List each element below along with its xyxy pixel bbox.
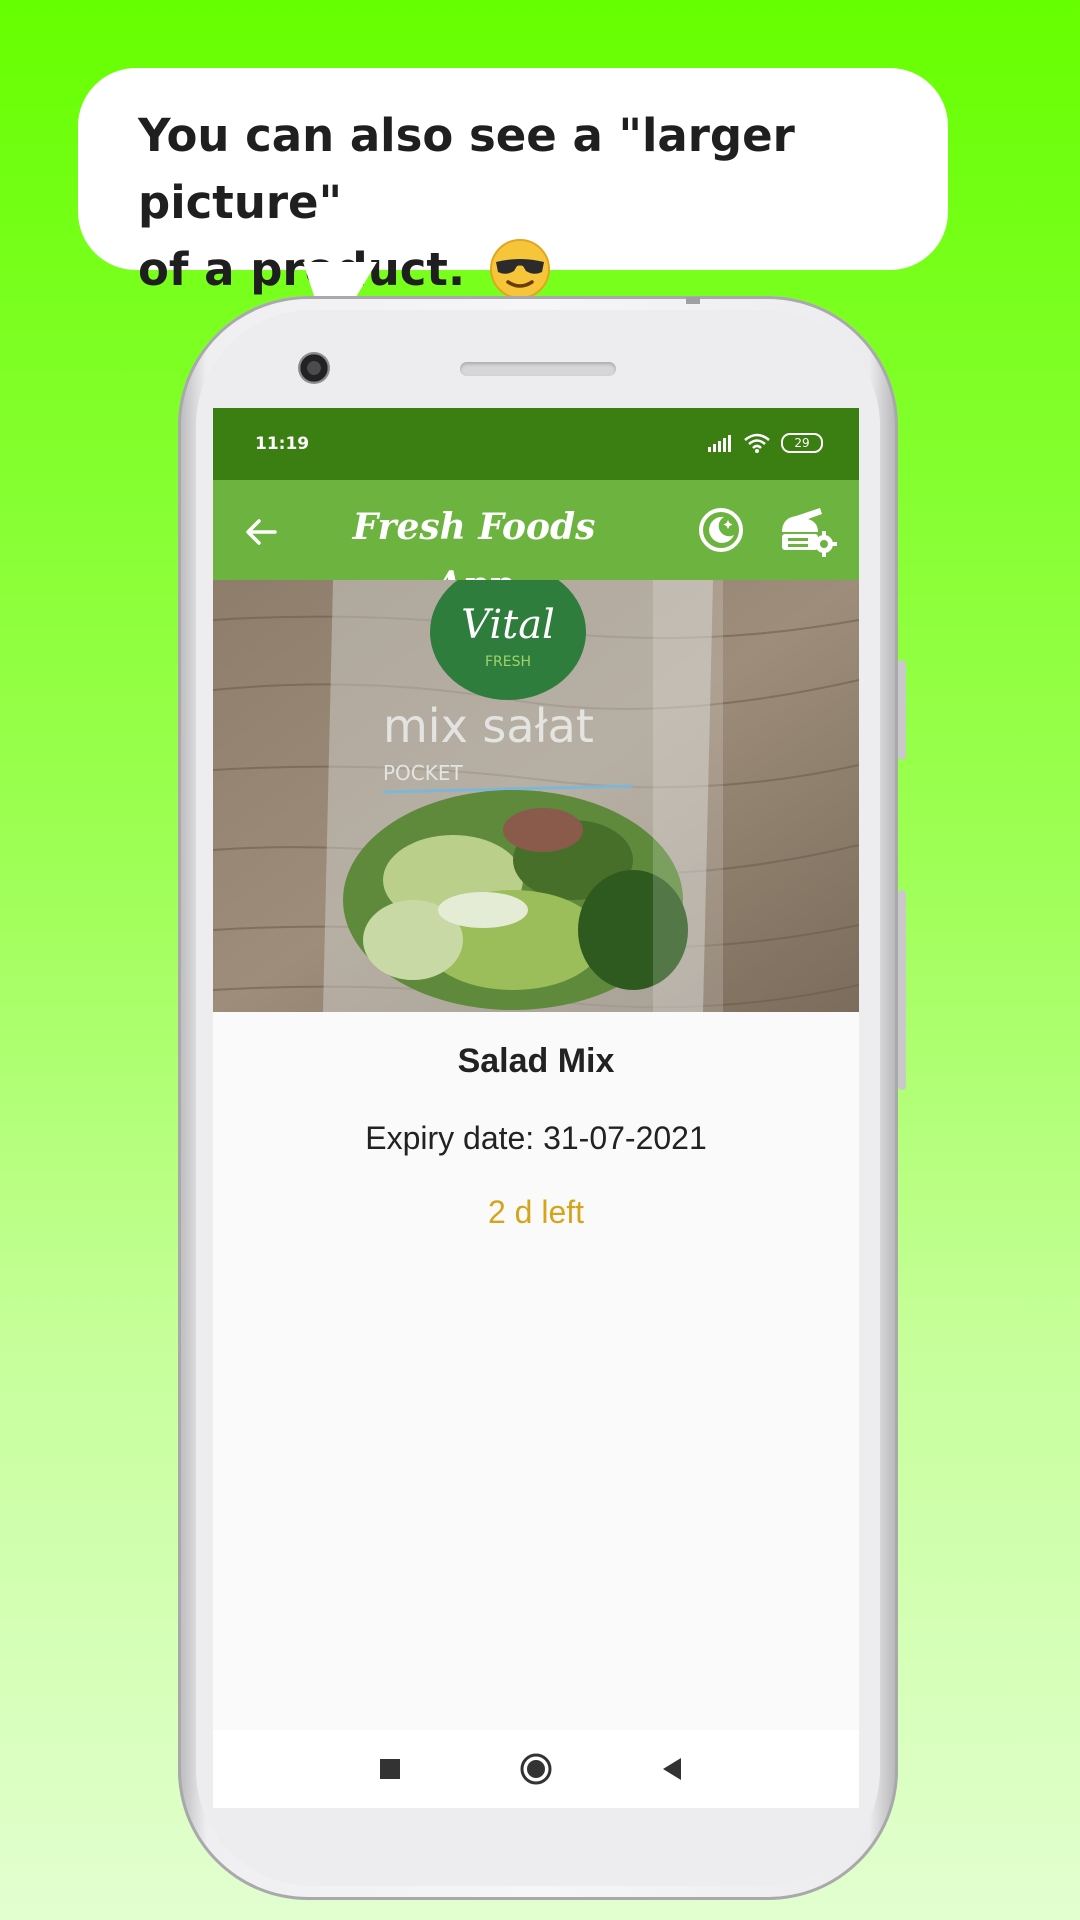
product-photo[interactable]: Vital FRESH mix sałat POCKET [213, 580, 859, 1012]
photo-package-sub: POCKET [383, 761, 464, 785]
system-back-button[interactable] [651, 1748, 693, 1790]
sunglasses-face-emoji-icon [489, 238, 551, 300]
dark-mode-toggle-button[interactable] [697, 506, 745, 554]
photo-brand: Vital [461, 602, 555, 648]
settings-button[interactable] [778, 500, 838, 560]
caption-bubble: You can also see a "larger picture" of a… [78, 68, 948, 299]
system-nav-bar [213, 1730, 859, 1808]
status-icons: 29 [707, 432, 823, 454]
caption-text: You can also see a "larger picture" of a… [138, 102, 928, 304]
caption-line-2: of a product. [138, 243, 466, 296]
settings-gear-icon [782, 508, 837, 557]
home-button[interactable] [515, 1748, 557, 1790]
status-bar: 11:19 29 [213, 408, 859, 480]
app-bar: Fresh Foods App [213, 480, 859, 606]
back-triangle-icon [663, 1758, 681, 1780]
battery-icon: 29 [781, 432, 823, 453]
expiry-date: Expiry date: 31-07-2021 [365, 1120, 707, 1156]
phone-top-detail [686, 297, 700, 304]
status-time: 11:19 [255, 434, 310, 454]
earpiece-speaker [460, 362, 616, 376]
front-camera-icon [298, 352, 330, 384]
recents-square-icon [380, 1759, 400, 1779]
dark-mode-moon-icon [699, 508, 743, 552]
product-name: Salad Mix [457, 1042, 615, 1080]
photo-package-title: mix sałat [383, 699, 594, 753]
phone-screen: 11:19 29 Fresh Foods App [213, 408, 859, 1808]
back-arrow-icon [246, 519, 277, 545]
wifi-icon [744, 433, 770, 453]
caption-line-1: You can also see a "larger picture" [138, 109, 795, 229]
phone-volume-button [898, 890, 906, 1090]
signal-icon [707, 434, 731, 452]
days-left-label: 2 d left [487, 1194, 585, 1230]
back-button[interactable] [239, 510, 283, 554]
recents-button[interactable] [369, 1748, 411, 1790]
home-circle-icon [520, 1753, 552, 1785]
phone-side-button [898, 660, 906, 760]
photo-brand-sub: FRESH [485, 654, 531, 670]
